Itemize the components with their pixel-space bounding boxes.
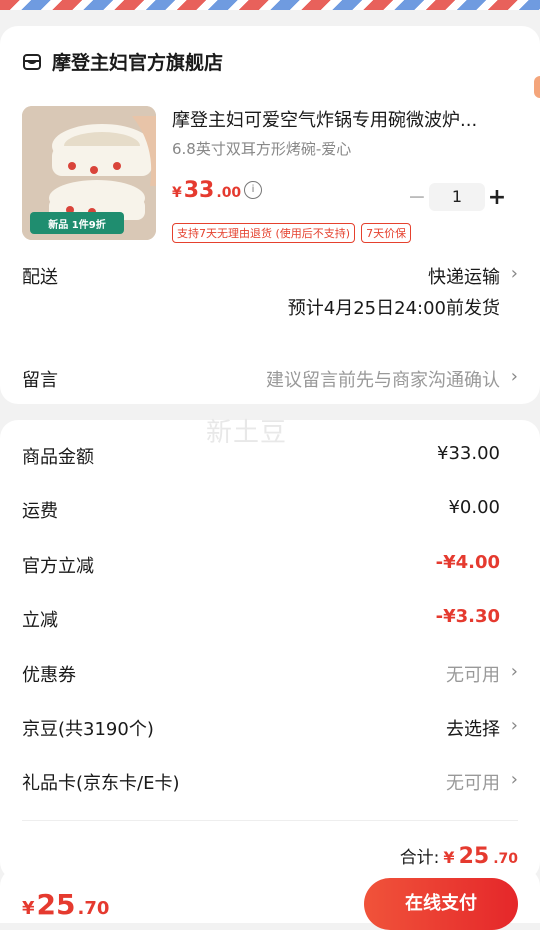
official-discount-label: 官方立减 [22, 556, 94, 577]
product-spec[interactable]: 6.8英寸双耳方形烤碗-爱心 [172, 138, 351, 159]
decrease-button[interactable]: − [405, 183, 429, 211]
giftcard-label: 礼品卡(京东卡/E卡) [22, 773, 180, 794]
watermark: 新土豆 [206, 418, 288, 448]
checkout-footer: ¥ 25 .70 在线支付 [0, 868, 540, 930]
delivery-label: 配送 [22, 267, 58, 288]
instant-discount-value: -¥3.30 [435, 606, 500, 627]
total-integer: 25 [458, 844, 490, 869]
jingdou-value[interactable]: 去选择 [446, 715, 500, 741]
promo-badge: 新品 1件9折 [30, 212, 124, 234]
total-label: 合计: [399, 848, 440, 868]
quantity-stepper: − 1 + [405, 183, 509, 211]
price-decimal: .00 [216, 185, 242, 201]
price-summary-card: 商品金额 ¥33.00 运费 ¥0.00 官方立减 -¥4.00 立减 -¥3.… [0, 420, 540, 880]
service-tags: 支持7天无理由退货 (使用后不支持) 7天价保 [172, 223, 412, 243]
footer-decimal: .70 [77, 898, 110, 919]
total-row: 合计: ¥ 25 .70 [400, 843, 518, 869]
total-decimal: .70 [493, 851, 518, 867]
pay-button[interactable]: 在线支付 [364, 878, 518, 930]
increase-button[interactable]: + [485, 183, 509, 211]
store-card: 摩登主妇官方旗舰店 新品 1件9折 摩登主妇可爱空气炸锅专用碗微波炉... 6.… [0, 26, 540, 404]
delivery-chevron-icon[interactable]: › [511, 263, 518, 284]
store-header[interactable]: 摩登主妇官方旗舰店 [22, 48, 223, 75]
shipping-label: 运费 [22, 501, 58, 522]
delivery-method[interactable]: 快递运输 [428, 263, 500, 289]
official-discount-value: -¥4.00 [435, 552, 500, 573]
side-tab[interactable] [534, 76, 540, 98]
info-icon[interactable]: i [244, 181, 262, 199]
coupon-chevron-icon[interactable]: › [511, 661, 518, 682]
coupon-value[interactable]: 无可用 [446, 661, 500, 687]
giftcard-chevron-icon[interactable]: › [511, 769, 518, 790]
footer-price: ¥ 25 .70 [22, 888, 109, 921]
giftcard-value[interactable]: 无可用 [446, 769, 500, 795]
footer-currency: ¥ [22, 898, 35, 919]
price-protect-tag[interactable]: 7天价保 [361, 223, 412, 243]
goods-amount-label: 商品金额 [22, 447, 94, 468]
jingdou-chevron-icon[interactable]: › [511, 715, 518, 736]
message-chevron-icon[interactable]: › [511, 366, 518, 387]
price-currency: ¥ [172, 185, 182, 201]
shipping-value: ¥0.00 [448, 497, 500, 518]
store-icon [23, 53, 41, 70]
divider [22, 820, 518, 821]
footer-integer: 25 [36, 888, 76, 921]
store-name: 摩登主妇官方旗舰店 [52, 52, 224, 74]
delivery-eta: 预计4月25日24:00前发货 [287, 298, 500, 319]
instant-discount-label: 立减 [22, 610, 58, 631]
return-policy-tag[interactable]: 支持7天无理由退货 (使用后不支持) [172, 223, 356, 243]
price-integer: 33 [183, 178, 215, 203]
product-title[interactable]: 摩登主妇可爱空气炸锅专用碗微波炉... [172, 106, 512, 132]
jingdou-label: 京豆(共3190个) [22, 719, 154, 740]
airmail-border [0, 0, 540, 10]
product-price: ¥ 33 .00 [172, 178, 241, 203]
goods-amount-value: ¥33.00 [437, 443, 500, 464]
message-label: 留言 [22, 370, 58, 391]
total-currency: ¥ [443, 848, 455, 867]
coupon-label: 优惠券 [22, 665, 76, 686]
quantity-field[interactable]: 1 [429, 183, 485, 211]
message-input[interactable]: 建议留言前先与商家沟通确认 [266, 366, 500, 392]
